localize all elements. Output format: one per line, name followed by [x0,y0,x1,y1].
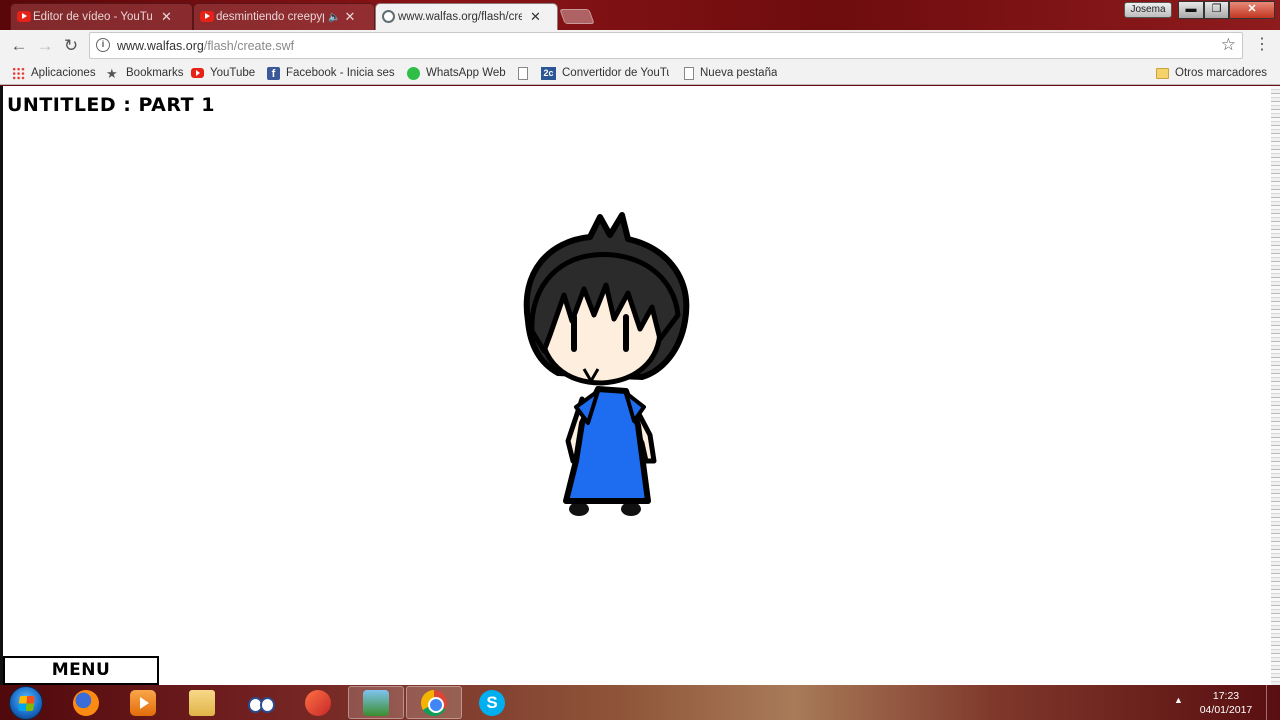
bookmark-star-icon[interactable]: ☆ [1221,35,1236,55]
clock-date: 04/01/2017 [1199,704,1253,716]
stage-title: UNTITLED : PART 1 [7,94,215,116]
network-app-icon [363,689,389,716]
tool-app-icon [305,689,331,716]
whatsapp-icon [407,66,420,80]
tab-title: www.walfas.org/flash/create.swf [398,11,522,23]
taskbar-file-explorer[interactable] [174,686,230,719]
youtube-icon [191,68,204,78]
left-foot [569,502,589,516]
url-host: www.walfas.org [117,39,204,53]
tab-close-icon[interactable]: ✕ [530,9,541,25]
taskbar-firefox[interactable] [58,686,114,719]
skype-icon: S [479,689,505,716]
bookmark-whatsapp[interactable]: WhatsApp Web [407,65,506,81]
chibi-character[interactable] [510,211,700,521]
bookmark-convertidor[interactable]: 2c Convertidor de YouTube [541,65,669,81]
bookmark-label: Facebook - Inicia sesión [286,67,395,79]
youtube-icon [200,11,214,22]
bookmark-facebook[interactable]: f Facebook - Inicia sesión [267,65,395,81]
taskbar-network-app[interactable] [348,686,404,719]
tab-title: Editor de vídeo - YouTube [33,11,153,23]
reload-button[interactable]: ↻ [60,35,82,57]
bookmark-label: Aplicaciones [31,67,96,79]
tab-close-icon[interactable]: ✕ [344,9,355,25]
close-window-button[interactable]: ✕ [1229,1,1275,19]
page-icon [684,66,694,80]
stage-left-border [0,86,3,685]
bookmark-blank[interactable] [518,65,534,81]
tab-title: desmintiendo creepypastas [216,11,324,23]
other-bookmarks-folder[interactable]: Otros marcadores [1156,65,1267,81]
bookmark-label: YouTube [210,67,256,79]
facebook-icon: f [267,66,280,80]
forward-button[interactable]: → [34,35,56,57]
system-clock[interactable]: 17:23 04/01/2017 [1196,689,1256,717]
maximize-button[interactable]: ❐ [1204,1,1229,19]
bookmark-aplicaciones[interactable]: Aplicaciones [12,65,96,81]
youtube-icon [17,11,31,22]
flash-stage[interactable]: UNTITLED : PART 1 MENU [0,86,1280,685]
taskbar-eyes-app[interactable] [232,686,288,719]
taskbar-chrome[interactable] [406,686,462,719]
firefox-icon [73,689,99,716]
folder-icon [1156,67,1169,79]
bookmark-label: Convertidor de YouTube [562,67,669,79]
tray-expand-icon[interactable]: ▲ [1174,695,1183,705]
show-desktop-button[interactable] [1266,685,1280,720]
back-button[interactable]: ← [8,35,30,57]
url-path: /flash/create.swf [203,39,295,53]
address-bar[interactable]: i www.walfas.org/flash/create.swf ☆ [89,32,1243,59]
bookmark-label: Bookmarks [126,67,184,79]
file-explorer-icon [189,689,215,716]
chrome-icon [421,689,447,716]
windows-taskbar: S ▲ 17:23 04/01/2017 [0,685,1280,720]
stage-edge-artifact [1271,86,1280,685]
apps-grid-icon [12,66,25,80]
address-url[interactable]: www.walfas.org/flash/create.swf [117,39,294,53]
start-orb-icon[interactable] [9,686,43,720]
media-player-icon [130,689,156,716]
clock-time: 17:23 [1212,690,1240,702]
taskbar-media-player[interactable] [115,686,171,719]
eyes-app-icon [247,690,275,716]
minimize-button[interactable]: ▬ [1178,1,1204,19]
bookmark-label: Nueva pestaña [700,67,778,79]
browser-menu-icon[interactable]: ⋮ [1254,35,1270,57]
globe-icon [382,10,395,23]
bookmark-nueva-pestana[interactable]: Nueva pestaña [684,65,777,81]
browser-titlebar: Editor de vídeo - YouTube ✕ desmintiendo… [0,0,1280,30]
page-icon [518,66,528,80]
profile-button[interactable]: Josema [1124,2,1172,18]
2c-icon: 2c [541,66,556,80]
right-foot [621,502,641,516]
taskbar-tool-app[interactable] [290,686,346,719]
speaker-icon[interactable]: 🔈 [328,12,340,23]
other-bookmarks-label: Otros marcadores [1175,67,1268,79]
tab-desmintiendo-creepypastas[interactable]: desmintiendo creepypastas 🔈 ✕ [193,3,375,30]
tab-editor-de-video[interactable]: Editor de vídeo - YouTube ✕ [10,3,193,30]
bookmark-label: WhatsApp Web [426,67,506,79]
new-tab-button[interactable] [559,9,595,24]
site-info-icon[interactable]: i [96,38,110,52]
browser-toolbar: ← → ↻ i www.walfas.org/flash/create.swf … [0,30,1280,61]
stage-menu-button[interactable]: MENU [3,656,159,685]
taskbar-skype[interactable]: S [464,686,520,719]
bookmark-youtube[interactable]: YouTube [191,65,255,81]
tab-walfas-create[interactable]: www.walfas.org/flash/create.swf ✕ [375,3,558,30]
star-icon: ★ [106,65,118,81]
tab-close-icon[interactable]: ✕ [161,9,172,25]
bookmark-bookmarks[interactable]: ★ Bookmarks [106,65,184,81]
bookmarks-bar: Aplicaciones ★ Bookmarks YouTube f Faceb… [0,61,1280,85]
